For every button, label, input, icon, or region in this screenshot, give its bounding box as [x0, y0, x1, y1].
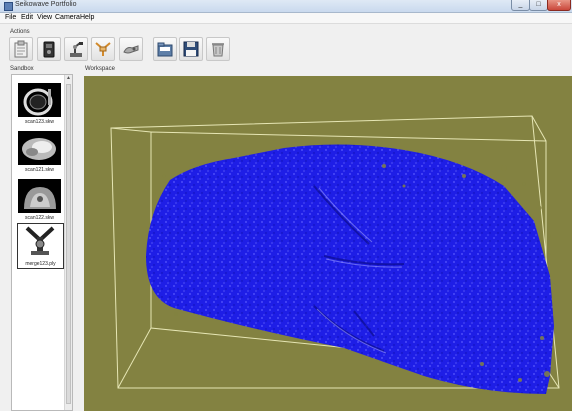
close-button[interactable]: x	[547, 0, 571, 11]
scanner-device-button[interactable]	[37, 37, 61, 61]
menu-file[interactable]: File	[5, 13, 16, 23]
actions-label: Actions	[10, 29, 30, 35]
menu-view[interactable]: View	[37, 13, 52, 23]
sandbox-item-caption: scan123.skw	[25, 119, 54, 125]
workspace-label: Workspace	[85, 66, 115, 72]
menu-edit[interactable]: Edit	[21, 13, 33, 23]
title-bar: Seikowave Portfolio _ □ x	[0, 0, 572, 13]
workspace-viewport[interactable]	[84, 76, 572, 411]
sandbox-scrollbar[interactable]: ▲	[64, 75, 72, 410]
sandbox-item-scan123[interactable]: scan123.skw	[18, 83, 61, 125]
cloud-scan-thumbnail	[18, 131, 61, 165]
sandbox-item-caption: scan122.skw	[25, 215, 54, 221]
menu-bar: File Edit View Camera Help	[0, 13, 572, 24]
shape-scan-thumbnail	[18, 179, 61, 213]
merge-tool-button[interactable]	[91, 37, 115, 61]
app-icon	[4, 2, 13, 11]
merge-thumbnail	[19, 225, 62, 259]
merge-tool-icon	[95, 42, 111, 56]
open-folder-icon	[157, 42, 173, 57]
open-folder-button[interactable]	[153, 37, 177, 61]
menu-camera[interactable]: Camera	[55, 13, 80, 23]
point-cloud-render	[110, 115, 560, 394]
minimize-button[interactable]: _	[511, 0, 530, 11]
robot-arm-button[interactable]	[64, 37, 88, 61]
sandbox-panel[interactable]: scan123.skw scan121.skw scan122.skw merg…	[11, 74, 73, 411]
ring-scan-thumbnail	[18, 83, 61, 117]
trash-icon	[212, 43, 224, 57]
scanner-device-icon	[43, 41, 55, 58]
sandbox-item-merge123[interactable]: merge123.ply	[17, 223, 64, 269]
sandbox-item-caption: scan121.skw	[25, 167, 54, 173]
maximize-button[interactable]: □	[529, 0, 548, 11]
delete-button[interactable]	[206, 37, 230, 61]
robot-arm-icon	[70, 42, 83, 57]
clipboard-icon	[14, 40, 28, 58]
hand-scan-icon	[123, 45, 139, 54]
menu-help[interactable]: Help	[80, 13, 94, 23]
sandbox-item-scan121[interactable]: scan121.skw	[18, 131, 61, 173]
save-floppy-icon	[183, 41, 199, 57]
sandbox-item-scan122[interactable]: scan122.skw	[18, 179, 61, 221]
sandbox-label: Sandbox	[10, 66, 34, 72]
scroll-thumb[interactable]	[66, 84, 71, 404]
sandbox-item-caption: merge123.ply	[25, 261, 56, 267]
window-title: Seikowave Portfolio	[15, 1, 77, 8]
save-button[interactable]	[179, 37, 203, 61]
hand-scan-button[interactable]	[119, 37, 143, 61]
clipboard-button[interactable]	[9, 37, 33, 61]
scroll-up-arrow[interactable]: ▲	[65, 75, 72, 82]
